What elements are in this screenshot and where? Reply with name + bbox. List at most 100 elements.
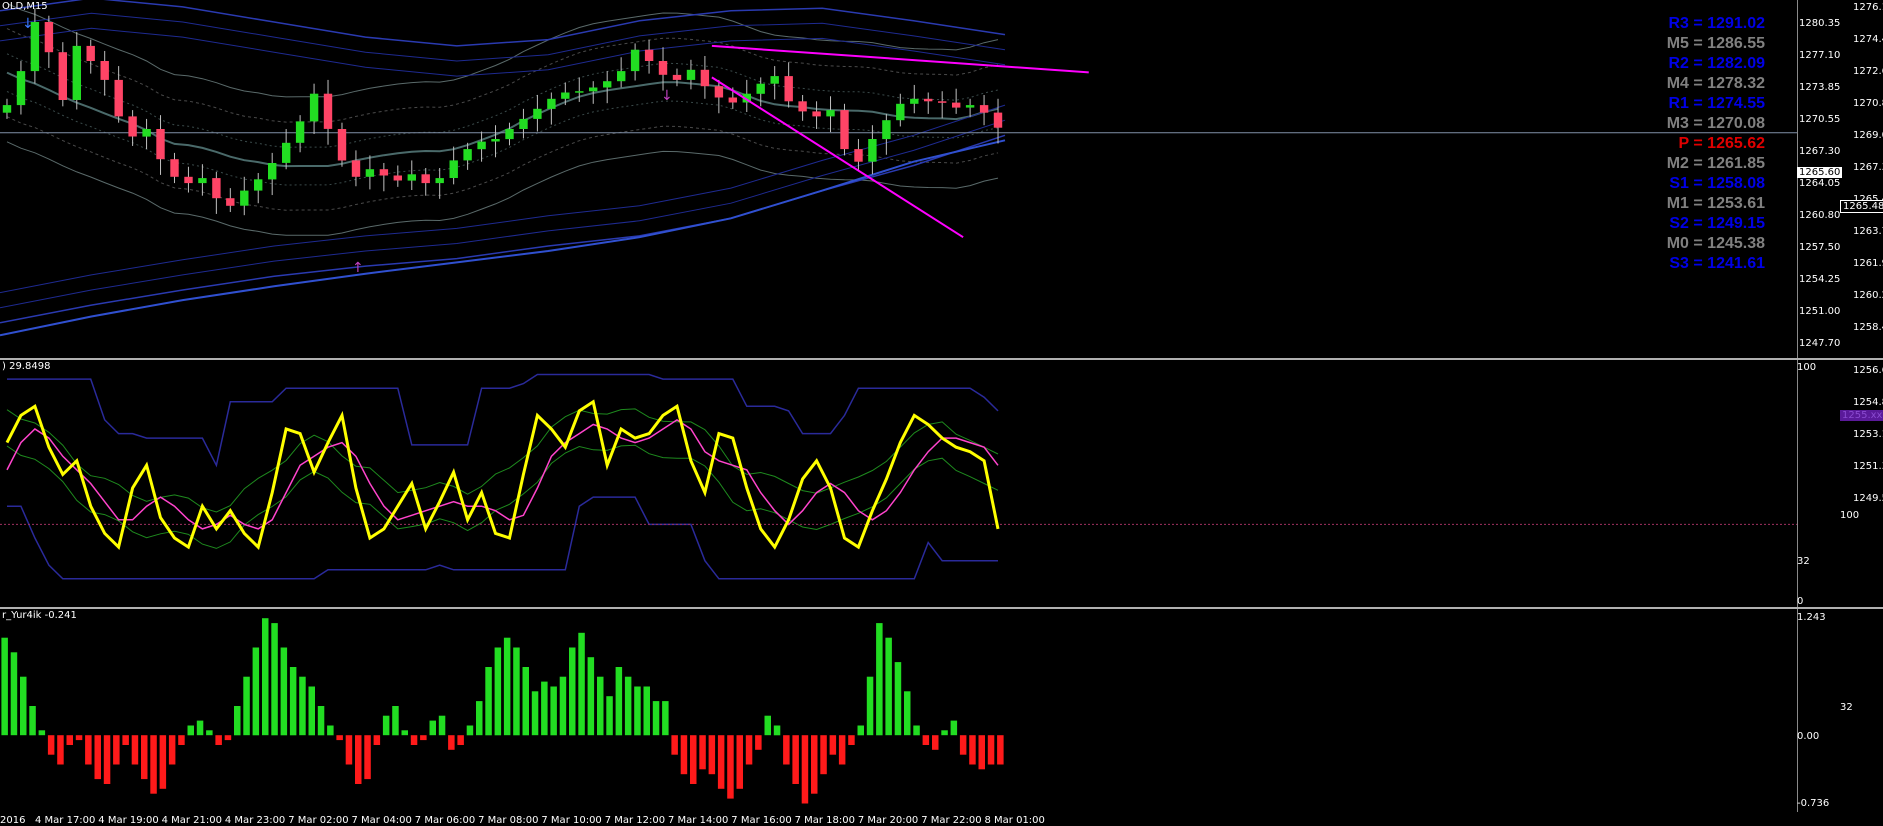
time-axis-tick: 2016 <box>0 815 26 826</box>
price-axis-tick: 1270.85 <box>1853 98 1883 109</box>
price-axis-tick: 1249.55 <box>1853 493 1883 504</box>
candle-body <box>561 92 570 99</box>
pivot-level-label: M5 = 1286.55 <box>1666 35 1765 52</box>
time-axis-tick: 4 Mar 21:00 <box>161 815 222 826</box>
price-axis-tick: 1260.20 <box>1853 290 1883 301</box>
oscillator-pane[interactable]: r_Yur4ik -0.241 <box>0 609 1798 812</box>
osc-bar <box>932 735 939 750</box>
osc-bar <box>885 637 892 736</box>
osc-bar <box>29 706 36 736</box>
osc-bar <box>634 686 641 736</box>
osc-bar <box>187 725 194 736</box>
osc-bar <box>382 715 390 736</box>
osc-bar <box>671 735 678 755</box>
osc-bar <box>727 735 734 799</box>
stoch-lower-envelope <box>7 496 998 580</box>
price-axis-tick: 1267.30 <box>1799 146 1841 157</box>
osc-bar <box>103 735 111 784</box>
stochastic-value-label: ) 29.8498 <box>2 361 51 372</box>
osc-bar <box>959 735 967 755</box>
osc-bar <box>969 735 976 765</box>
price-axis-tick: 1280.35 <box>1799 18 1841 29</box>
osc-bar <box>392 706 399 736</box>
price-axis-tick: 1264.05 <box>1799 178 1841 189</box>
envelope-line-6 <box>6 71 999 168</box>
time-axis-tick: 7 Mar 20:00 <box>857 815 919 826</box>
osc-bar <box>75 735 83 741</box>
osc-bar <box>513 647 520 736</box>
pivot-level-label: S2 = 1249.15 <box>1669 215 1765 232</box>
osc-axis-top: 1.243 <box>1797 612 1826 623</box>
candle-body <box>58 52 67 100</box>
osc-bar <box>355 735 362 784</box>
candle-body <box>477 141 486 150</box>
osc-bar <box>503 637 511 736</box>
time-axis-tick: 7 Mar 18:00 <box>794 815 855 826</box>
pivot-level-label: R2 = 1282.09 <box>1668 55 1765 72</box>
time-axis-tick: 7 Mar 14:00 <box>668 815 729 826</box>
osc-bar <box>457 735 464 745</box>
candle-body <box>686 69 696 80</box>
osc-bar <box>541 681 548 736</box>
rising-ma-line <box>0 139 1006 337</box>
osc-bar <box>168 735 176 765</box>
time-axis-tick: 7 Mar 08:00 <box>478 815 539 826</box>
candle-body <box>365 169 375 177</box>
osc-bar <box>652 701 660 736</box>
price-chart-svg: ↓ ↑ ↓ <box>0 0 1797 337</box>
candle-body <box>114 79 123 117</box>
candle-body <box>491 139 500 142</box>
candle-body <box>700 69 710 87</box>
osc-bar <box>336 735 343 741</box>
osc-bar <box>131 735 139 765</box>
time-axis-tick: 4 Mar 19:00 <box>98 815 159 826</box>
candle-body <box>435 178 444 184</box>
osc-bar <box>271 623 278 736</box>
candle-body <box>16 71 26 106</box>
osc-bar <box>401 730 408 736</box>
osc-bar <box>20 676 27 736</box>
stoch-axis-level: 32 <box>1797 556 1810 567</box>
candle-body <box>630 49 640 72</box>
candle-body <box>603 81 612 88</box>
candle-body <box>407 174 416 181</box>
candle-body <box>72 45 81 100</box>
price-axis[interactable]: 1276.15 1280.35 1274.40 1277.10 1272.60 1273.… <box>1797 0 1883 812</box>
price-axis-tick: 1273.85 <box>1799 82 1841 93</box>
time-axis[interactable]: 2016 4 Mar 17:00 4 Mar 19:00 4 Mar 21:00 4 M… <box>0 812 1883 826</box>
current-price-tag: 1265.60 <box>1797 167 1843 178</box>
osc-bar <box>811 735 818 794</box>
osc-bar <box>466 725 474 736</box>
stochastic-pane[interactable]: ) 29.8498 <box>0 360 1798 607</box>
candle-body <box>840 110 849 150</box>
candle-body <box>379 169 389 176</box>
candle-body <box>184 176 193 184</box>
osc-bar <box>113 735 120 765</box>
time-axis-tick: 7 Mar 12:00 <box>604 815 666 826</box>
candle-body <box>295 121 305 143</box>
stoch-axis-mid: 100 <box>1840 510 1860 521</box>
price-axis-tick: 1261.95 <box>1853 258 1883 269</box>
osc-bar <box>317 706 325 736</box>
price-axis-tick: 1267.30 <box>1853 162 1883 173</box>
candle-body <box>463 149 472 161</box>
osc-bar <box>978 735 985 770</box>
highlight-price-tag: 1265.48 <box>1840 200 1883 213</box>
osc-bar <box>997 735 1004 765</box>
fractal-down-arrow: ↑ <box>352 260 364 276</box>
osc-bar <box>420 735 427 741</box>
osc-bar <box>848 735 855 745</box>
osc-bar <box>10 652 18 736</box>
time-axis-tick: 7 Mar 16:00 <box>731 815 792 826</box>
price-pane[interactable]: ↓ ↑ ↓ OLD,M15 <box>0 0 1798 358</box>
pivot-level-label: M2 = 1261.85 <box>1666 155 1765 172</box>
osc-bar <box>522 667 529 736</box>
candle-body <box>784 76 793 102</box>
candle-body <box>100 61 109 80</box>
osc-bar <box>894 662 902 736</box>
price-axis-tick: 1253.10 <box>1853 429 1883 440</box>
osc-bar <box>597 676 604 736</box>
price-axis-tick: 1277.10 <box>1799 50 1841 61</box>
osc-bar <box>866 676 874 736</box>
osc-bar <box>904 691 911 736</box>
